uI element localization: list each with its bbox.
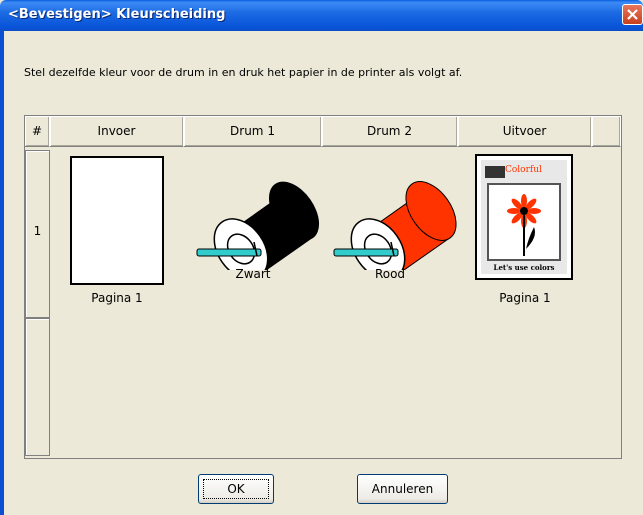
header-empty xyxy=(592,116,621,147)
output-page-label: Pagina 1 xyxy=(499,291,551,305)
output-page-image: Colorful Let's use colors xyxy=(475,154,573,280)
title-bar[interactable]: <Bevestigen> Kleurscheiding xyxy=(0,0,643,31)
input-page-image xyxy=(70,156,164,285)
input-page-label: Pagina 1 xyxy=(91,291,143,305)
cancel-button-label: Annuleren xyxy=(371,482,434,496)
focus-rectangle xyxy=(203,479,269,499)
close-button[interactable] xyxy=(622,4,643,25)
instruction-text: Stel dezelfde kleur voor de drum in en d… xyxy=(24,66,463,79)
drum2-color-label: Rood xyxy=(374,267,406,281)
separation-table: # Invoer Drum 1 Drum 2 Uitvoer 1 Pagina … xyxy=(24,115,622,459)
close-icon xyxy=(627,9,638,20)
header-output: Uitvoer xyxy=(458,116,592,147)
window-title: <Bevestigen> Kleurscheiding xyxy=(8,7,226,22)
output-brand-text: Colorful xyxy=(505,165,542,175)
cancel-button[interactable]: Annuleren xyxy=(357,474,448,504)
window-frame-left xyxy=(0,31,4,515)
drum-red-icon xyxy=(333,181,457,270)
header-drum2: Drum 2 xyxy=(322,116,458,147)
header-input: Invoer xyxy=(50,116,184,147)
header-number: # xyxy=(25,116,50,147)
drum1-color-label: Zwart xyxy=(235,267,271,281)
row-number: 1 xyxy=(25,150,50,318)
ok-button[interactable]: OK xyxy=(198,474,274,504)
drum-black-icon xyxy=(196,181,320,270)
output-caption-text: Let's use colors xyxy=(493,263,555,272)
row-number-empty xyxy=(25,318,50,456)
header-drum1: Drum 1 xyxy=(184,116,322,147)
